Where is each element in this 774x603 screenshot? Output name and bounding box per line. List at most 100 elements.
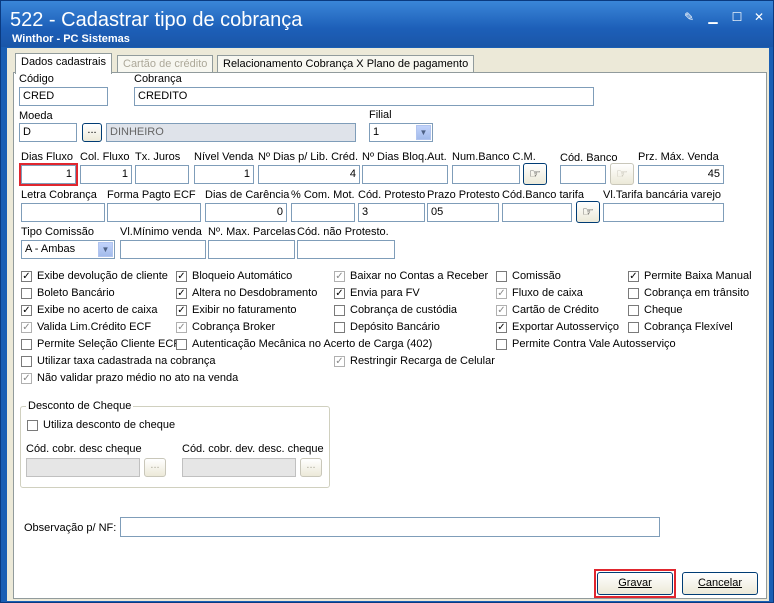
cod-desc-cheque-label: Cód. cobr. desc cheque [26,443,142,455]
checkbox-box [27,420,38,431]
checkbox-box [628,288,639,299]
tab-dados-cadastrais[interactable]: Dados cadastrais [15,53,112,74]
tab-relacionamento[interactable]: Relacionamento Cobrança X Plano de pagam… [217,55,475,73]
nivel-venda-input[interactable]: 1 [194,165,254,184]
cod-banco-tarifa-label: Cód.Banco tarifa [502,189,584,201]
cod-banco-search-button[interactable]: ☞ [610,163,634,185]
cod-dev-cheque-label: Cód. cobr. dev. desc. cheque [182,443,324,455]
restore-edit-icon[interactable]: ✎ [681,10,697,24]
checkbox-label: Valida Lim.Crédito ECF [37,321,152,333]
cod-dev-cheque-input[interactable] [182,458,296,477]
dias-carencia-input[interactable]: 0 [205,203,287,222]
find-icon: ☞ [616,166,628,181]
prazo-protesto-input[interactable]: 05 [427,203,499,222]
close-icon[interactable]: ✕ [751,10,767,24]
form-panel: Código CRED Cobrança CREDITO Moeda D ...… [13,72,767,599]
checkbox-label: Autenticação Mecânica no Acerto de Carga… [192,338,433,350]
checkmark-icon: ✓ [176,271,187,282]
cobranca-label: Cobrança [134,73,182,85]
app-window: 522 - Cadastrar tipo de cobrança Winthor… [0,0,774,603]
forma-pagto-ecf-input[interactable] [107,203,201,222]
prz-max-venda-label: Prz. Máx. Venda [638,151,719,163]
checkbox-label: Exportar Autosserviço [512,321,619,333]
prazo-protesto-label: Prazo Protesto [427,189,500,201]
dias-bloq-aut-label: Nº Dias Bloq.Aut. [362,151,447,163]
cancelar-button[interactable]: Cancelar [682,572,758,595]
col-fluxo-label: Col. Fluxo [80,151,130,163]
moeda-browse-button[interactable]: ... [82,123,102,142]
vl-minimo-venda-input[interactable] [120,240,206,259]
codigo-input[interactable]: CRED [19,87,108,106]
cod-desc-cheque-input[interactable] [26,458,140,477]
checkbox-label: Cobrança Broker [192,321,276,333]
vl-tarifa-input[interactable] [603,203,724,222]
checkmark-icon: ✓ [21,305,32,316]
maximize-icon[interactable]: ☐ [729,10,745,24]
checkbox-label: Exibir no faturamento [192,304,297,316]
dias-bloq-aut-input[interactable] [362,165,448,184]
checkbox-label: Depósito Bancário [350,321,440,333]
checkmark-icon: ✓ [334,288,345,299]
checkbox-box [21,339,32,350]
tx-juros-input[interactable] [135,165,189,184]
gravar-highlight [594,569,676,598]
tab-cartao-credito[interactable]: Cartão de crédito [117,55,214,73]
tipo-comissao-select[interactable]: A - Ambas ▼ [21,240,115,259]
tx-juros-label: Tx. Juros [135,151,181,163]
tipo-comissao-label: Tipo Comissão [21,226,94,238]
checkbox-label: Baixar no Contas a Receber [350,270,489,282]
checkbox-box [496,339,507,350]
cod-banco-input[interactable] [560,165,606,184]
com-mot-input[interactable] [291,203,355,222]
cod-desc-cheque-browse-button[interactable]: ... [144,458,166,477]
checkbox-label: Restringir Recarga de Celular [350,355,495,367]
tipo-comissao-value: A - Ambas [25,243,76,255]
num-banco-cm-search-button[interactable]: ☞ [523,163,547,185]
max-parcelas-input[interactable] [208,240,295,259]
chevron-down-icon: ▼ [416,125,431,140]
checkbox-label: Permite Baixa Manual [644,270,752,282]
checkmark-icon: ✓ [334,271,345,282]
checkbox-box [496,271,507,282]
num-banco-cm-input[interactable] [452,165,520,184]
filial-select[interactable]: 1 ▼ [369,123,433,142]
checkbox-label: Permite Contra Vale Autosserviço [512,338,676,350]
cod-protesto-input[interactable]: 3 [358,203,425,222]
col-fluxo-input[interactable]: 1 [80,165,132,184]
moeda-input[interactable]: D [19,123,77,142]
checkbox-box [176,339,187,350]
window-subtitle: Winthor - PC Sistemas [12,33,130,45]
checkbox-box [628,305,639,316]
minimize-icon[interactable]: ▁ [705,10,721,24]
checkbox-label: Exibe no acerto de caixa [37,304,158,316]
cod-dev-cheque-browse-button[interactable]: ... [300,458,322,477]
moeda-label: Moeda [19,110,53,122]
checkmark-icon: ✓ [21,271,32,282]
nivel-venda-label: Nível Venda [194,151,254,163]
checkbox-label: Cheque [644,304,683,316]
max-parcelas-label: Nº. Max. Parcelas [208,226,296,238]
find-icon: ☞ [582,204,594,219]
checkbox-label: Envia para FV [350,287,420,299]
num-banco-cm-label: Num.Banco C.M. [452,151,536,163]
cod-nao-protesto-input[interactable] [297,240,395,259]
utiliza-desconto-label: Utiliza desconto de cheque [43,419,176,431]
cod-protesto-label: Cód. Protesto [358,189,426,201]
chevron-down-icon: ▼ [98,242,113,257]
cobranca-input[interactable]: CREDITO [134,87,594,106]
cancelar-label: Cancelar [697,577,743,589]
checkmark-icon: ✓ [628,271,639,282]
forma-pagto-ecf-label: Forma Pagto ECF [107,189,196,201]
checkmark-icon: ✓ [334,356,345,367]
dias-lib-cred-input[interactable]: 4 [258,165,360,184]
prz-max-venda-input[interactable]: 45 [638,165,724,184]
cod-banco-tarifa-input[interactable] [502,203,572,222]
moeda-desc-field: DINHEIRO [106,123,356,142]
observacao-input[interactable] [120,517,660,537]
title-bar: 522 - Cadastrar tipo de cobrança Winthor… [1,1,773,47]
letra-cobranca-input[interactable] [21,203,105,222]
cod-banco-tarifa-search-button[interactable]: ☞ [576,201,600,223]
observacao-label: Observação p/ NF: [24,522,117,534]
checkmark-icon: ✓ [176,322,187,333]
vl-tarifa-label: Vl.Tarifa bancária varejo [603,189,722,201]
